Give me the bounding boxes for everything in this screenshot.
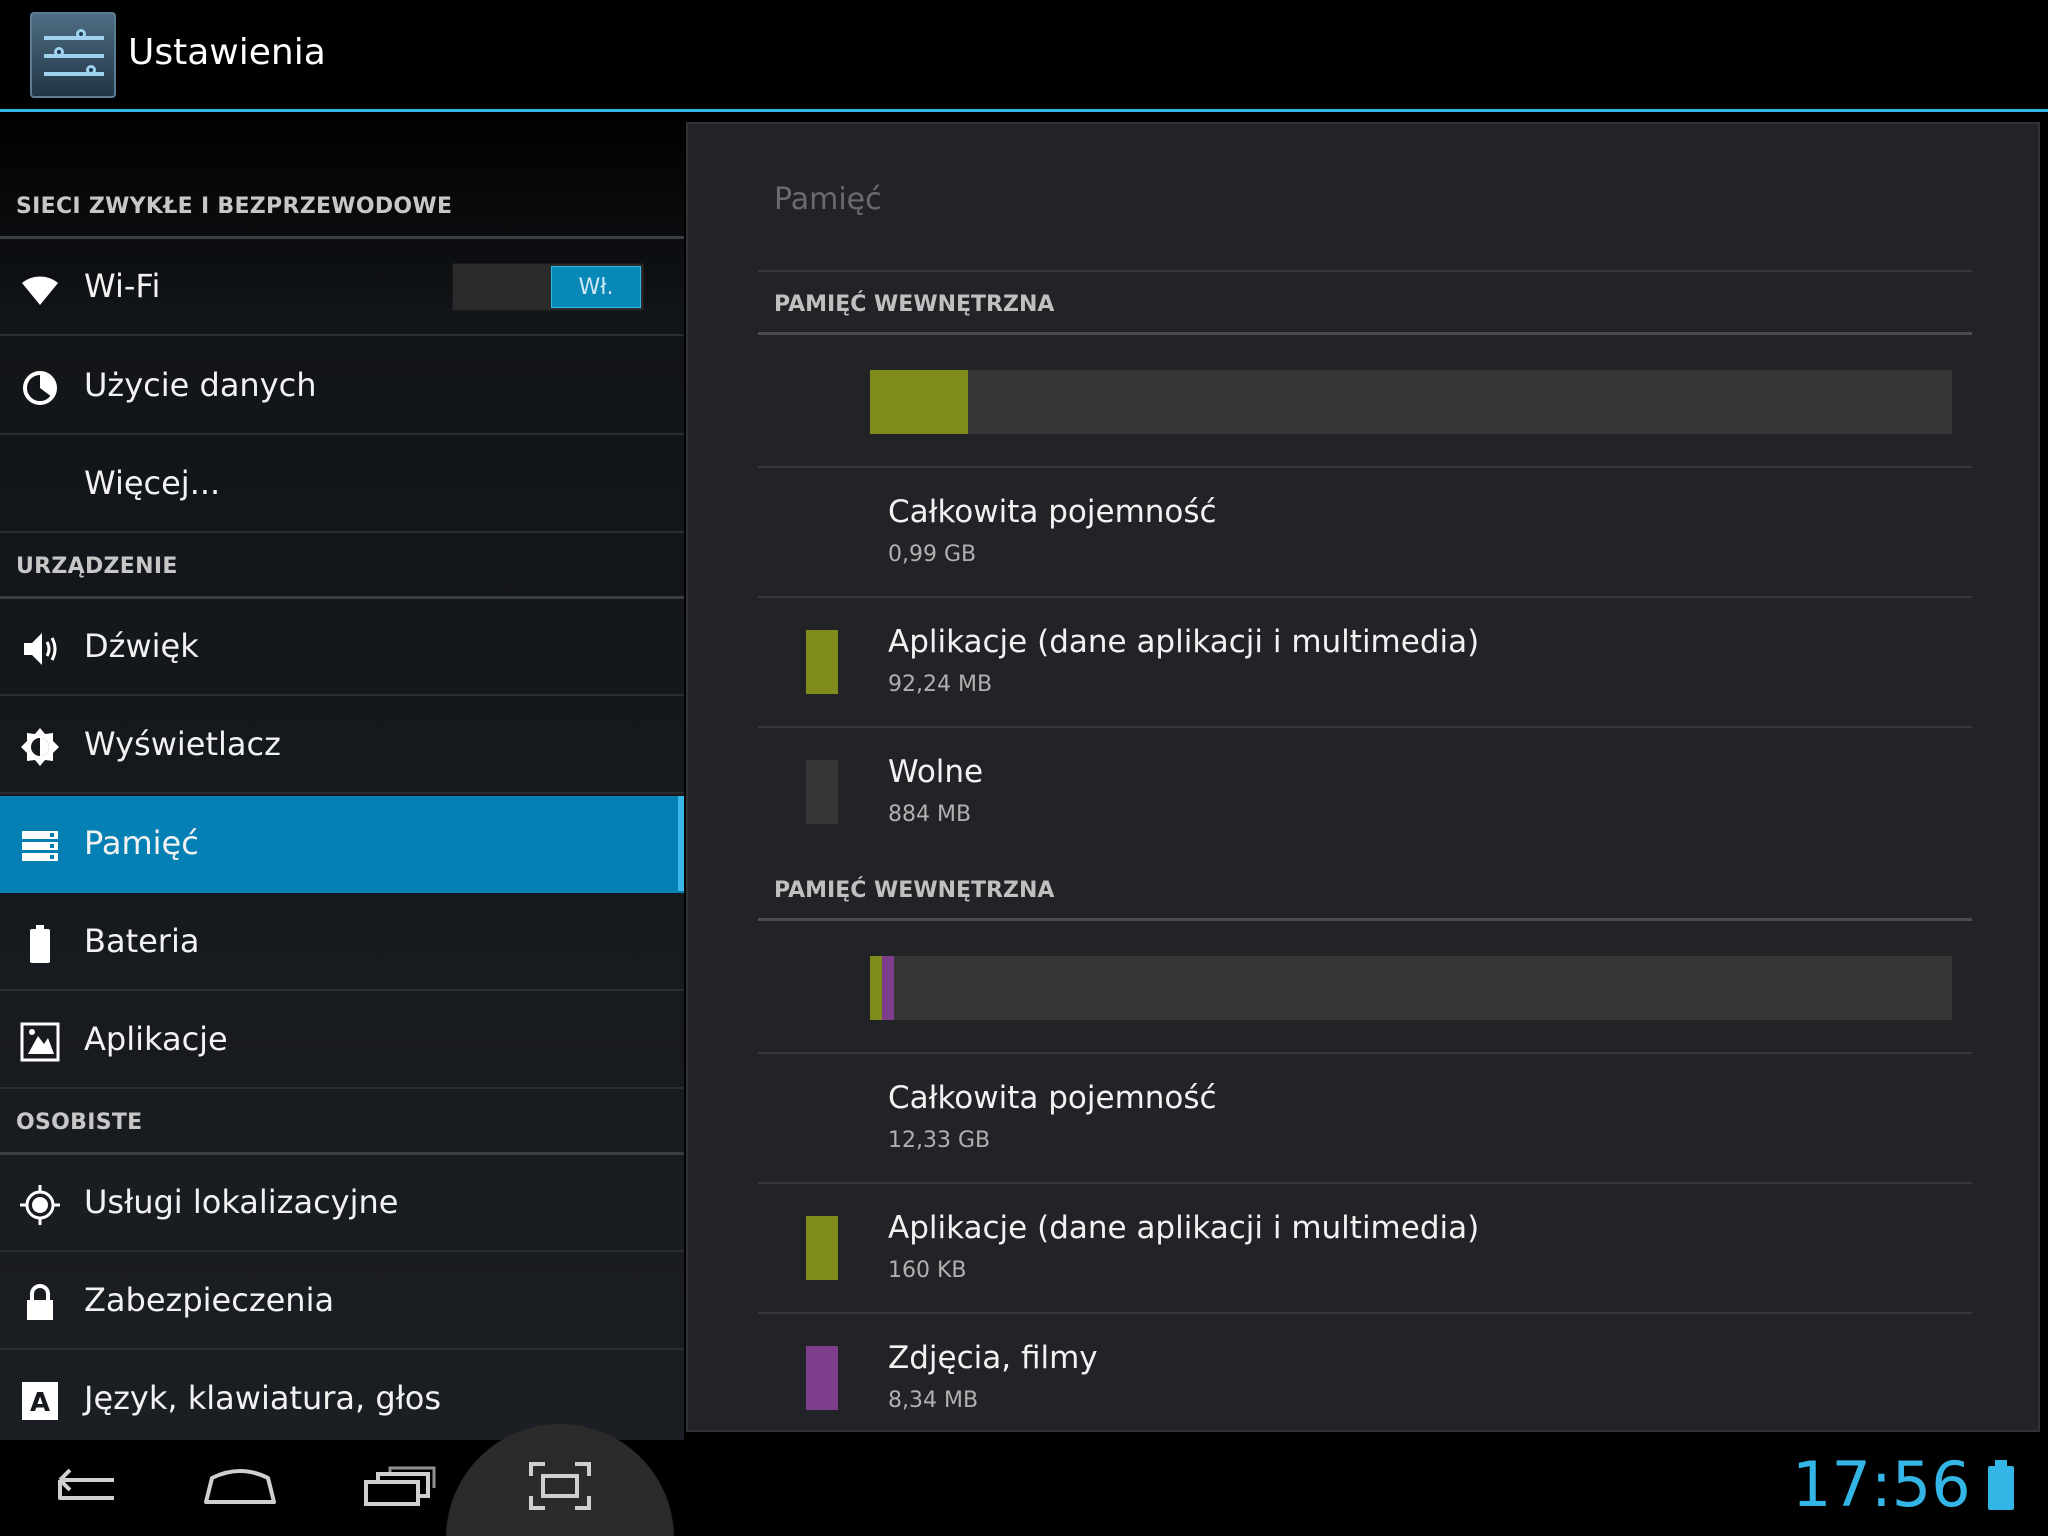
usage-segment-apps — [870, 370, 969, 434]
data-usage-icon — [20, 368, 60, 408]
sidebar-item-label: Użycie danych — [84, 366, 317, 404]
slider-line — [44, 36, 104, 40]
wifi-icon — [20, 269, 60, 309]
sidebar-item-label: Wyświetlacz — [84, 725, 281, 763]
slider-knob — [54, 47, 64, 57]
row-value: 0,99 GB — [888, 542, 977, 567]
storage-header-internal-2: PAMIĘĆ WEWNĘTRZNA — [774, 878, 1055, 903]
row-title: Aplikacje (dane aplikacji i multimedia) — [888, 1210, 1480, 1246]
recent-apps-icon — [362, 1464, 438, 1512]
battery-status-icon — [1988, 1460, 2014, 1510]
sidebar-item-label: Wi-Fi — [84, 267, 161, 305]
speaker-icon — [20, 629, 60, 669]
navigation-bar — [0, 1440, 2048, 1536]
section-header-personal: OSOBISTE — [16, 1110, 143, 1135]
divider — [758, 596, 1972, 598]
row-title: Całkowita pojemność — [888, 494, 1217, 530]
row-title: Wolne — [888, 754, 984, 790]
apps-color-swatch — [806, 1216, 838, 1280]
home-icon — [202, 1464, 278, 1512]
screenshot-button[interactable] — [510, 1440, 610, 1536]
svg-text:A: A — [30, 1388, 50, 1418]
storage-usage-bar-1 — [870, 370, 1952, 434]
brightness-icon — [20, 727, 60, 767]
sidebar-item-wifi[interactable]: Wi-Fi Wł. — [0, 239, 684, 336]
sidebar-item-label: Język, klawiatura, głos — [84, 1379, 442, 1417]
sidebar-item-apps[interactable]: Aplikacje — [0, 992, 684, 1089]
row-title: Całkowita pojemność — [888, 1080, 1217, 1116]
section-header-networks: SIECI ZWYKŁE I BEZPRZEWODOWE — [16, 194, 453, 219]
storage-details-pane: Pamięć PAMIĘĆ WEWNĘTRZNA Całkowita pojem… — [686, 122, 2040, 1432]
sidebar-item-label: Pamięć — [84, 824, 199, 862]
sidebar-item-data-usage[interactable]: Użycie danych — [0, 338, 684, 435]
sidebar-item-location[interactable]: Usługi lokalizacyjne — [0, 1155, 684, 1252]
sidebar-item-security[interactable]: Zabezpieczenia — [0, 1253, 684, 1350]
wifi-toggle-on-label: Wł. — [551, 266, 641, 308]
divider — [758, 1182, 1972, 1184]
usage-segment-media — [881, 956, 894, 1020]
back-icon — [48, 1462, 120, 1514]
wifi-toggle[interactable]: Wł. — [452, 263, 644, 311]
sidebar-item-label: Dźwięk — [84, 627, 199, 665]
action-bar: Ustawienia — [0, 0, 2048, 112]
divider — [758, 270, 1972, 272]
recent-apps-button[interactable] — [350, 1440, 450, 1536]
slider-line — [44, 54, 104, 58]
row-value: 12,33 GB — [888, 1128, 991, 1153]
sidebar-item-label: Więcej... — [84, 464, 221, 502]
sidebar-item-storage[interactable]: Pamięć — [0, 796, 684, 893]
section-header-device: URZĄDZENIE — [16, 554, 178, 579]
sidebar-item-display[interactable]: Wyświetlacz — [0, 697, 684, 794]
slider-knob — [86, 65, 96, 75]
row-title: Zdjęcia, filmy — [888, 1340, 1098, 1376]
sidebar-item-label: Usługi lokalizacyjne — [84, 1183, 399, 1221]
settings-app-icon[interactable] — [30, 12, 116, 98]
app-title: Ustawienia — [128, 32, 326, 73]
section-divider — [758, 332, 1972, 335]
divider — [758, 1052, 1972, 1054]
row-title: Aplikacje (dane aplikacji i multimedia) — [888, 624, 1480, 660]
section-divider — [758, 918, 1972, 921]
sidebar-item-label: Aplikacje — [84, 1020, 228, 1058]
page-title: Pamięć — [774, 182, 882, 217]
row-value: 160 KB — [888, 1258, 967, 1283]
back-button[interactable] — [34, 1440, 134, 1536]
storage-icon — [20, 826, 60, 866]
row-value: 884 MB — [888, 802, 972, 827]
free-color-swatch — [806, 760, 838, 824]
location-icon — [20, 1185, 60, 1225]
media-color-swatch — [806, 1346, 838, 1410]
divider — [758, 466, 1972, 468]
apps-color-swatch — [806, 630, 838, 694]
usage-segment-apps — [870, 956, 882, 1020]
sidebar-item-battery[interactable]: Bateria — [0, 894, 684, 991]
divider — [758, 1312, 1972, 1314]
slider-knob — [76, 29, 86, 39]
sidebar-item-label: Zabezpieczenia — [84, 1281, 335, 1319]
lock-icon — [20, 1283, 60, 1323]
row-value: 8,34 MB — [888, 1388, 979, 1413]
sidebar-item-more[interactable]: Więcej... — [0, 436, 684, 533]
settings-sidebar: SIECI ZWYKŁE I BEZPRZEWODOWE Wi-Fi Wł. U… — [0, 112, 684, 1440]
storage-header-internal-1: PAMIĘĆ WEWNĘTRZNA — [774, 292, 1055, 317]
battery-icon — [20, 924, 60, 964]
home-button[interactable] — [190, 1440, 290, 1536]
divider — [758, 726, 1972, 728]
apps-icon — [20, 1022, 60, 1062]
status-clock: 17:56 — [1792, 1448, 1971, 1521]
row-value: 92,24 MB — [888, 672, 993, 697]
language-icon: A — [20, 1381, 60, 1421]
sidebar-item-sound[interactable]: Dźwięk — [0, 599, 684, 696]
screenshot-icon — [527, 1460, 593, 1516]
storage-usage-bar-2 — [870, 956, 1952, 1020]
sidebar-item-label: Bateria — [84, 922, 200, 960]
